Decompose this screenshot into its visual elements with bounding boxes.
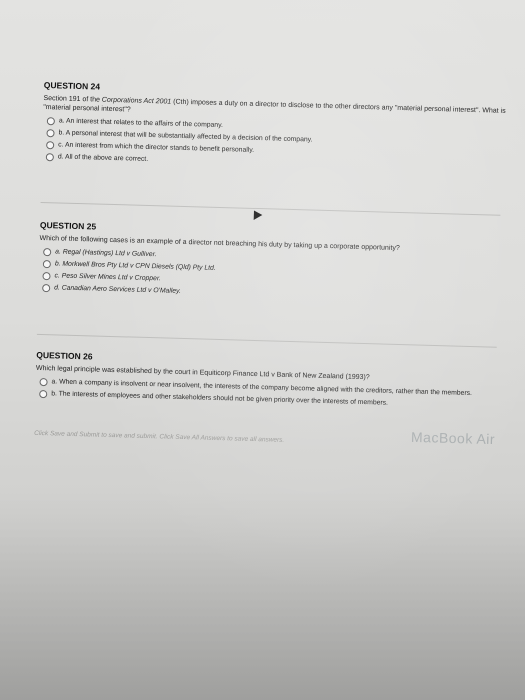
radio-button[interactable] (42, 271, 51, 280)
radio-button[interactable] (39, 377, 48, 386)
quiz-screen: QUESTION 24 Section 191 of the Corporati… (31, 80, 514, 573)
radio-button[interactable] (42, 283, 51, 292)
option-label: a. An interest that relates to the affai… (58, 117, 224, 130)
question-26: QUESTION 26 Which legal principle was es… (35, 350, 506, 414)
option-label: c. Peso Silver Mines Ltd v Cropper. (54, 272, 161, 283)
radio-button[interactable] (43, 247, 52, 256)
radio-button[interactable] (46, 128, 55, 137)
option-label: a. Regal (Hastings) Ltd v Gulliver. (55, 248, 157, 259)
option-label: b. Morkwell Bros Pty Ltd v CPN Diesels (… (54, 260, 216, 272)
divider (40, 201, 501, 216)
act-name: Corporations Act 2001 (101, 96, 172, 106)
save-instructions: Click Save and Submit to save and submit… (34, 429, 285, 444)
question-24: QUESTION 24 Section 191 of the Corporati… (42, 80, 514, 177)
radio-button[interactable] (46, 116, 55, 125)
option-label: d. All of the above are correct. (57, 153, 149, 163)
device-logo: MacBook Air (410, 428, 496, 448)
radio-button[interactable] (42, 259, 51, 268)
question-text-part: Section 191 of the (43, 94, 102, 104)
radio-button[interactable] (46, 140, 55, 149)
radio-button[interactable] (45, 152, 54, 161)
option-label: d. Canadian Aero Services Ltd v O'Malley… (54, 284, 181, 295)
radio-button[interactable] (39, 389, 48, 398)
divider (36, 333, 497, 348)
question-25: QUESTION 25 Which of the following cases… (38, 220, 510, 308)
